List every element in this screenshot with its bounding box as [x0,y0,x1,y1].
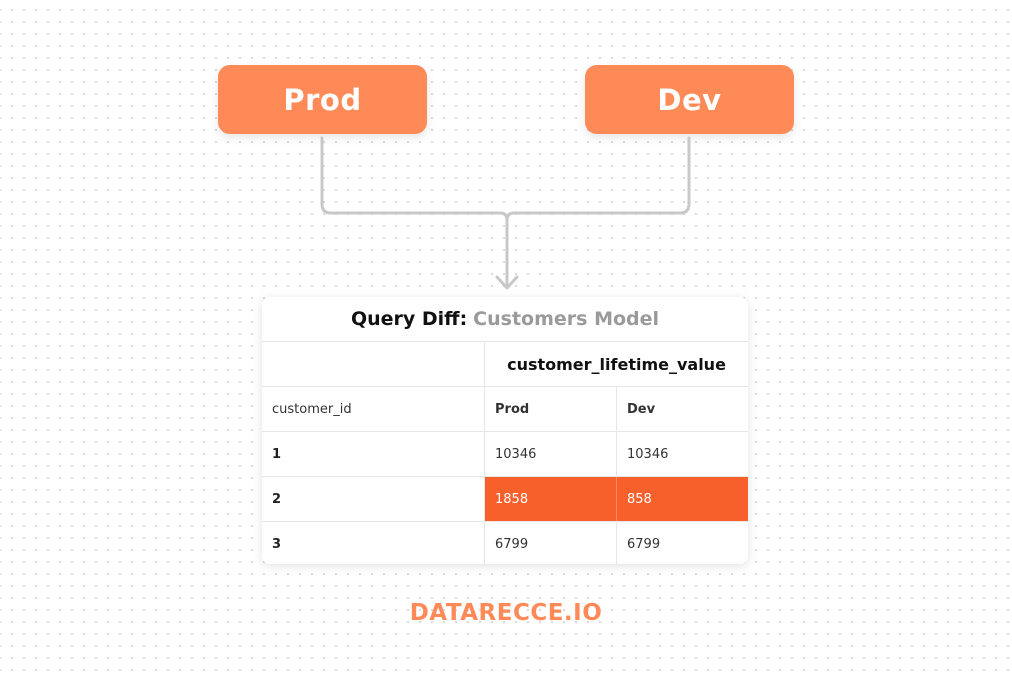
customer-id-header: customer_id [262,387,485,431]
customer-id-cell: 2 [262,477,485,521]
table-row: 1 10346 10346 [262,432,748,477]
empty-header-cell [262,342,485,386]
prod-value-cell: 10346 [485,432,617,476]
column-group-header: customer_lifetime_value [507,354,726,374]
brand-wordmark: DATARECCE.IO [409,600,603,626]
prod-value-cell: 6799 [485,522,617,564]
query-diff-title: Query Diff: Customers Model [262,297,748,342]
prod-value-cell-changed: 1858 [485,477,617,521]
customer-id-cell: 3 [262,522,485,564]
dev-value-cell: 10346 [627,446,669,462]
query-diff-model-name: Customers Model [473,308,660,330]
table-row: 3 6799 6799 [262,522,748,564]
table-header-row: customer_id Prod Dev [262,387,748,432]
prod-connector-line [320,136,509,222]
prod-column-header: Prod [485,387,617,431]
query-diff-card: Query Diff: Customers Model customer_lif… [262,297,748,564]
dev-value-cell: 6799 [627,536,661,552]
customer-id-cell: 1 [262,432,485,476]
column-group-row: customer_lifetime_value [262,342,748,387]
dev-value-cell-changed: 858 [617,477,748,521]
table-row-changed: 2 1858 858 [262,477,748,522]
dev-column-header: Dev [627,401,656,417]
dev-connector-line [505,136,691,222]
query-diff-title-label: Query Diff: [350,308,468,330]
